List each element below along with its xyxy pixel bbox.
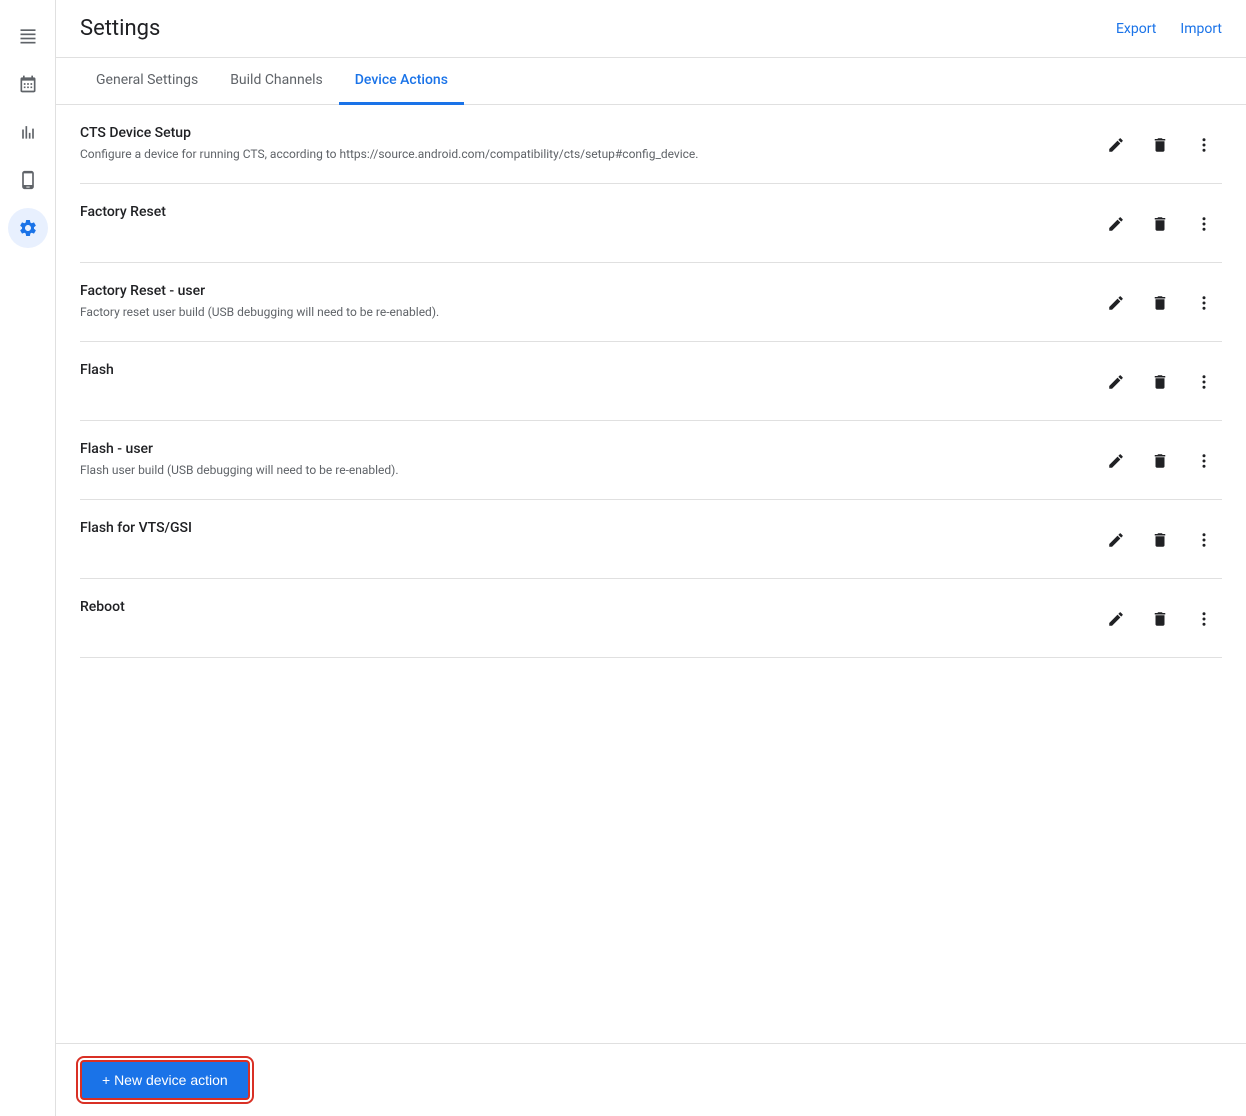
edit-button[interactable] [1098, 206, 1134, 242]
tabs-container: General Settings Build Channels Device A… [56, 58, 1246, 105]
action-controls [1098, 599, 1222, 637]
action-name: CTS Device Setup [80, 125, 1098, 141]
new-device-action-button[interactable]: + New device action [80, 1060, 250, 1100]
edit-button[interactable] [1098, 522, 1134, 558]
tab-device-actions[interactable]: Device Actions [339, 58, 464, 105]
action-item-flash-vts-gsi: Flash for VTS/GSI [80, 500, 1222, 579]
delete-button[interactable] [1142, 127, 1178, 163]
action-controls [1098, 125, 1222, 163]
content-area: CTS Device Setup Configure a device for … [56, 105, 1246, 1116]
export-link[interactable]: Export [1116, 21, 1156, 37]
more-button[interactable] [1186, 127, 1222, 163]
main-content: Settings Export Import General Settings … [56, 0, 1246, 1116]
header: Settings Export Import [56, 0, 1246, 58]
action-controls [1098, 283, 1222, 321]
delete-button[interactable] [1142, 522, 1178, 558]
edit-button[interactable] [1098, 127, 1134, 163]
delete-button[interactable] [1142, 206, 1178, 242]
sidebar-item-chart[interactable] [8, 112, 48, 152]
action-item-flash-user: Flash - user Flash user build (USB debug… [80, 421, 1222, 500]
action-info: Flash - user Flash user build (USB debug… [80, 441, 1098, 477]
delete-button[interactable] [1142, 601, 1178, 637]
edit-button[interactable] [1098, 364, 1134, 400]
action-item-cts-device-setup: CTS Device Setup Configure a device for … [80, 105, 1222, 184]
action-name: Reboot [80, 599, 1098, 615]
edit-button[interactable] [1098, 443, 1134, 479]
action-name: Factory Reset - user [80, 283, 1098, 299]
action-info: Factory Reset [80, 204, 1098, 226]
action-controls [1098, 441, 1222, 479]
footer: + New device action [56, 1043, 1246, 1116]
action-desc: Configure a device for running CTS, acco… [80, 147, 1098, 161]
sidebar-item-device[interactable] [8, 160, 48, 200]
tab-build-channels[interactable]: Build Channels [214, 58, 339, 105]
action-controls [1098, 362, 1222, 400]
action-info: CTS Device Setup Configure a device for … [80, 125, 1098, 161]
more-button[interactable] [1186, 443, 1222, 479]
more-button[interactable] [1186, 285, 1222, 321]
action-desc: Flash user build (USB debugging will nee… [80, 463, 1098, 477]
action-info: Reboot [80, 599, 1098, 621]
sidebar [0, 0, 56, 1116]
delete-button[interactable] [1142, 285, 1178, 321]
edit-button[interactable] [1098, 285, 1134, 321]
action-item-factory-reset: Factory Reset [80, 184, 1222, 263]
delete-button[interactable] [1142, 443, 1178, 479]
action-item-reboot: Reboot [80, 579, 1222, 658]
more-button[interactable] [1186, 364, 1222, 400]
more-button[interactable] [1186, 522, 1222, 558]
sidebar-item-calendar[interactable] [8, 64, 48, 104]
action-name: Flash [80, 362, 1098, 378]
action-item-flash: Flash [80, 342, 1222, 421]
sidebar-item-list[interactable] [8, 16, 48, 56]
header-actions: Export Import [1116, 21, 1222, 37]
edit-button[interactable] [1098, 601, 1134, 637]
more-button[interactable] [1186, 601, 1222, 637]
action-controls [1098, 520, 1222, 558]
action-info: Flash [80, 362, 1098, 384]
page-title: Settings [80, 16, 160, 41]
action-desc: Factory reset user build (USB debugging … [80, 305, 1098, 319]
delete-button[interactable] [1142, 364, 1178, 400]
tab-general-settings[interactable]: General Settings [80, 58, 214, 105]
import-link[interactable]: Import [1180, 21, 1222, 37]
action-name: Factory Reset [80, 204, 1098, 220]
more-button[interactable] [1186, 206, 1222, 242]
action-controls [1098, 204, 1222, 242]
action-info: Flash for VTS/GSI [80, 520, 1098, 542]
action-info: Factory Reset - user Factory reset user … [80, 283, 1098, 319]
action-item-factory-reset-user: Factory Reset - user Factory reset user … [80, 263, 1222, 342]
action-name: Flash for VTS/GSI [80, 520, 1098, 536]
sidebar-item-settings[interactable] [8, 208, 48, 248]
action-name: Flash - user [80, 441, 1098, 457]
